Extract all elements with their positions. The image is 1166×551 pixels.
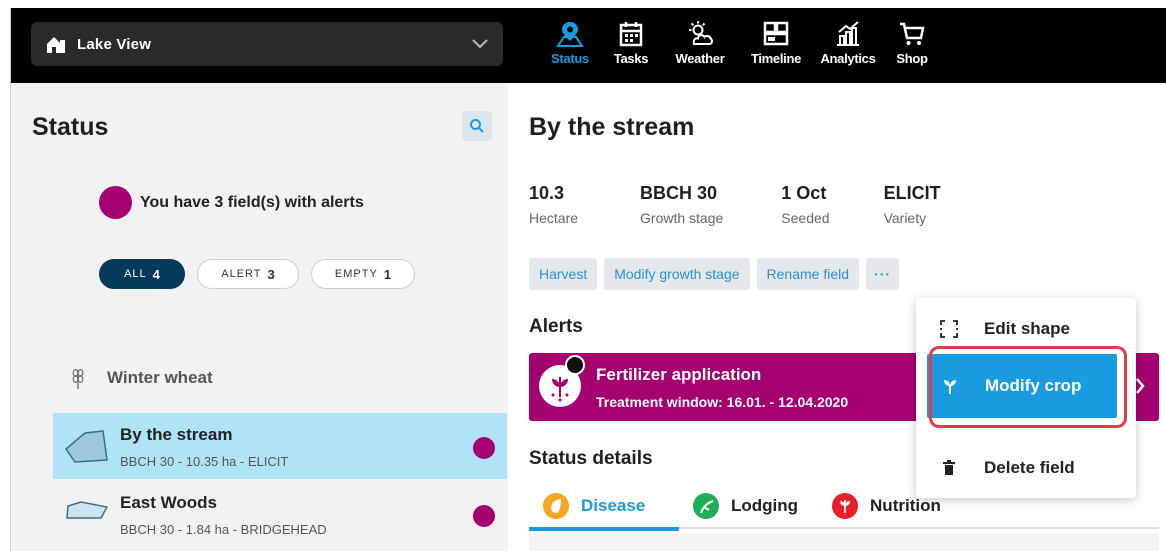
timeline-icon [763,21,789,46]
filter-alert[interactable]: ALERT 3 [197,259,299,289]
more-actions-button[interactable]: ··· [866,258,900,290]
calendar-icon [619,22,643,47]
farm-name: Lake View [77,35,152,53]
farm-house-icon [47,37,65,53]
chevron-right-icon [1136,378,1145,394]
search-icon [470,119,484,133]
tab-lodging[interactable]: Lodging [679,485,818,527]
lodging-icon [693,493,719,519]
harvest-button[interactable]: Harvest [529,258,598,290]
tab-disease[interactable]: Disease [529,485,679,531]
nav-analytics[interactable]: Analytics [813,8,883,83]
field-shape-icon [64,430,108,463]
chevron-down-icon [472,39,488,49]
search-button[interactable] [462,111,492,141]
field-name: By the stream [120,425,233,444]
analytics-icon [837,21,859,46]
field-stats: 10.3 Hectare BBCH 30 Growth stage 1 Oct … [529,183,991,226]
nav-status[interactable]: Status [539,8,601,83]
alert-badge-icon [565,355,585,375]
nav-shop[interactable]: Shop [883,8,941,83]
nav-tasks[interactable]: Tasks [601,8,661,83]
cart-icon [900,22,925,45]
nav-timeline[interactable]: Timeline [739,8,813,83]
crop-group-header: Winter wheat [71,366,213,390]
nav-weather[interactable]: Weather [661,8,739,83]
field-actions: Harvest Modify growth stage Rename field… [529,258,900,290]
filter-empty[interactable]: EMPTY 1 [311,259,415,289]
disease-icon [543,493,569,519]
field-row-by-the-stream[interactable]: By the stream BBCH 30 - 10.35 ha - ELICI… [53,413,507,479]
highlight-ring [929,346,1127,428]
stat-hectare: 10.3 Hectare [529,183,579,226]
field-row-east-woods[interactable]: East Woods BBCH 30 - 1.84 ha - BRIDGEHEA… [53,481,507,547]
alert-window: Treatment window: 16.01. - 12.04.2020 [596,394,849,410]
main-nav: Status Tasks Weather Timeline Analytics … [539,8,941,83]
filter-all[interactable]: ALL 4 [99,259,185,289]
field-name: East Woods [120,493,217,512]
status-icon [556,22,584,47]
field-shape-icon [66,501,109,519]
nutrition-icon [832,493,859,519]
field-alert-dot [473,437,495,459]
field-alert-dot [473,505,495,527]
menu-delete-field[interactable]: Delete field [916,443,1136,493]
edit-shape-icon [940,320,958,338]
modify-growth-stage-button[interactable]: Modify growth stage [604,258,750,290]
sidebar-title: Status [32,113,109,141]
alert-title: Fertilizer application [596,365,762,384]
alert-summary: You have 3 field(s) with alerts [99,186,364,219]
trash-icon [943,460,955,475]
alert-summary-text: You have 3 field(s) with alerts [140,193,364,211]
stat-variety: ELICIT Variety [883,183,941,226]
field-meta: BBCH 30 - 10.35 ha - ELICIT [120,454,289,469]
alerts-heading: Alerts [529,316,583,337]
farm-selector[interactable]: Lake View [31,22,503,66]
stat-seeded: 1 Oct Seeded [781,183,830,226]
field-filters: ALL 4 ALERT 3 EMPTY 1 [99,259,415,289]
field-meta: BBCH 30 - 1.84 ha - BRIDGEHEAD [120,522,327,537]
stat-growth-stage: BBCH 30 Growth stage [640,183,724,226]
field-title: By the stream [529,113,695,141]
status-sidebar: Status You have 3 field(s) with alerts A… [11,83,508,551]
status-details-heading: Status details [529,448,653,469]
tab-content-area [529,533,1159,551]
weather-icon [689,21,714,45]
rename-field-button[interactable]: Rename field [756,258,860,290]
alert-dot-icon [99,186,132,219]
wheat-icon [72,369,84,389]
app-frame: Lake View Status Tasks Weather Timeline … [10,8,1166,551]
top-bar: Lake View Status Tasks Weather Timeline … [11,8,1166,83]
crop-group-label: Winter wheat [107,368,213,387]
